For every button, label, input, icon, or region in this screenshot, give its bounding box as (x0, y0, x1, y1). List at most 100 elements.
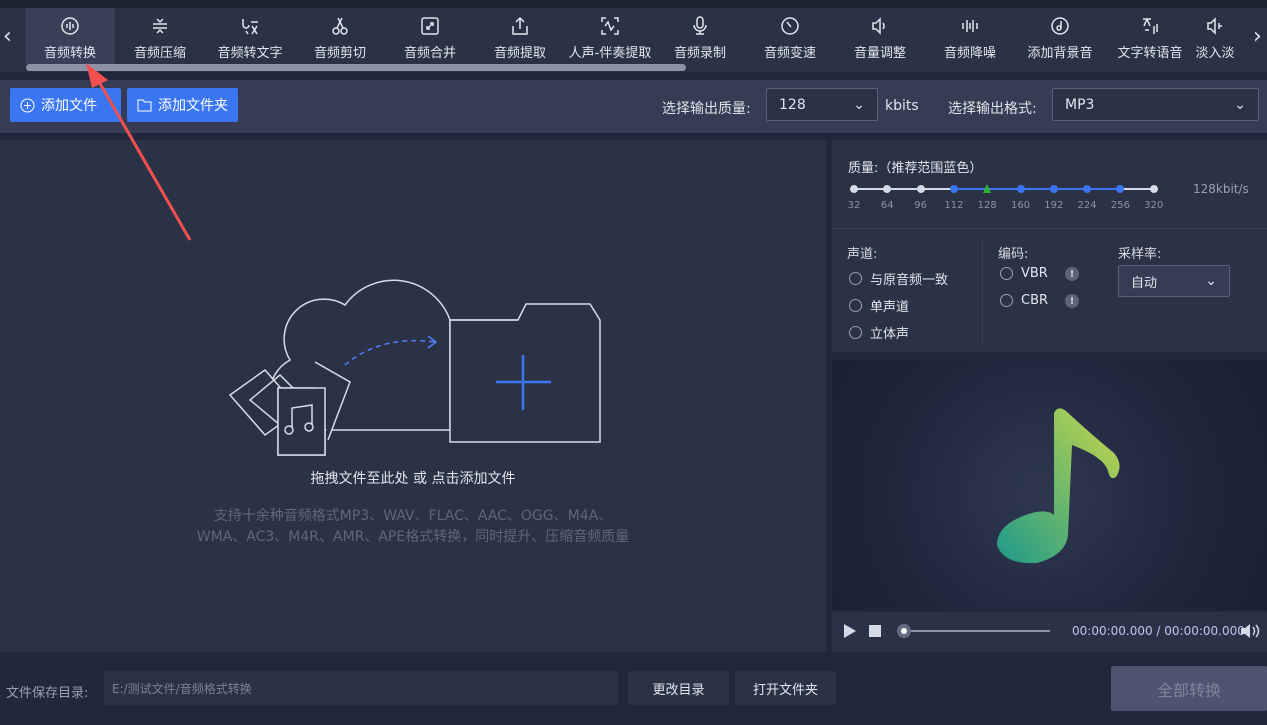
quality-readout: 128kbit/s (1193, 182, 1249, 196)
fade-icon (1207, 17, 1222, 35)
slider-tick-label: 192 (1044, 200, 1064, 211)
slider-stop[interactable] (1016, 185, 1025, 193)
music-note-icon (997, 408, 1120, 564)
slider-stop[interactable] (1149, 185, 1158, 193)
format-label: 选择输出格式: (948, 101, 1037, 117)
tab-label: 添加背景音 (1027, 46, 1093, 61)
slider-tick-label: 224 (1077, 200, 1097, 211)
slider-tick-label: 128 (977, 200, 997, 211)
music-file-icon (277, 387, 326, 456)
merge-icon (421, 17, 439, 35)
drop-illustration (228, 279, 601, 456)
speech-to-text-icon (242, 19, 258, 35)
tab-label: 音频压缩 (133, 46, 186, 61)
radio-channel-original[interactable]: 与原音频一致 (849, 269, 948, 288)
scroll-right-arrow-icon[interactable]: › (1253, 24, 1262, 49)
tab-microphone[interactable]: 音频录制 (655, 8, 745, 64)
cbr-info-icon[interactable]: ! (1065, 294, 1079, 308)
tab-text-to-speech[interactable]: 文字转语音 (1105, 8, 1195, 64)
open-folder-button[interactable]: 打开文件夹 (735, 671, 836, 705)
tab-scrollbar[interactable] (26, 64, 686, 71)
add-folder-button[interactable]: 添加文件夹 (127, 88, 238, 122)
vbr-info-icon[interactable]: ! (1065, 267, 1079, 281)
drop-instruction: 拖拽文件至此处 或 点击添加文件 (310, 471, 516, 487)
background-music-icon (1051, 17, 1069, 35)
slider-tick-label: 112 (944, 200, 964, 211)
quality-value: 128 (779, 96, 806, 113)
tab-label: 音频录制 (673, 46, 726, 61)
tab-audio-convert[interactable]: 音频转换 (25, 8, 115, 64)
tab-fade[interactable]: 淡入淡 (1195, 8, 1235, 64)
quality-slider[interactable]: 32 64 96 112 128 160 192 224 256 320 (848, 184, 1163, 214)
plus-circle-icon (20, 98, 35, 112)
settings-panel: 质量:（推荐范围蓝色） 32 64 96 112 128 160 192 224 256 320 … (832, 140, 1267, 352)
slider-tick-label: 32 (847, 200, 861, 211)
radio-label: 立体声 (870, 327, 910, 342)
tab-scissors[interactable]: 音频剪切 (295, 8, 385, 64)
save-dir-input[interactable]: E:/测试文件/音频格式转换 (104, 671, 618, 705)
quality-label: 选择输出质量: (662, 101, 751, 117)
slider-stop[interactable] (883, 185, 892, 193)
top-strip (0, 0, 1267, 8)
tab-speech-to-text[interactable]: 音频转文字 (205, 8, 295, 64)
samplerate-label: 采样率: (1118, 247, 1162, 262)
scroll-left-arrow-icon[interactable]: ‹ (3, 24, 12, 49)
volume-icon[interactable] (1240, 622, 1260, 640)
play-icon[interactable] (843, 623, 857, 639)
tab-background-music[interactable]: 添加背景音 (1015, 8, 1105, 64)
tab-label: 音频剪切 (313, 46, 366, 61)
radio-channel-stereo[interactable]: 立体声 (849, 323, 909, 342)
tab-vocal-extract[interactable]: 人声-伴奏提取 (565, 8, 655, 64)
encoding-label: 编码: (998, 247, 1029, 262)
slider-stop[interactable] (850, 185, 858, 193)
radio-channel-mono[interactable]: 单声道 (849, 296, 909, 315)
format-hint-line1: 支持十余种音频格式MP3、WAV、FLAC、AAC、OGG、M4A、 (213, 508, 613, 524)
tab-label: 音频变速 (763, 46, 816, 61)
radio-cbr[interactable]: CBR (1000, 293, 1048, 308)
drop-zone[interactable]: 拖拽文件至此处 或 点击添加文件 支持十余种音频格式MP3、WAV、FLAC、A… (0, 140, 826, 652)
quality-unit: kbits (885, 98, 919, 114)
divider (982, 240, 983, 345)
slider-stop[interactable] (916, 185, 925, 193)
tab-speed[interactable]: 音频变速 (745, 8, 835, 64)
add-file-label: 添加文件 (41, 98, 97, 114)
change-dir-button[interactable]: 更改目录 (628, 671, 729, 705)
radio-vbr[interactable]: VBR (1000, 266, 1048, 281)
stop-icon[interactable] (869, 625, 881, 637)
folder-icon (137, 99, 152, 112)
samplerate-value: 自动 (1131, 275, 1158, 291)
format-hint-line2: WMA、AC3、M4R、AMR、APE格式转换，同时提升、压缩音频质量 (196, 529, 630, 545)
format-hint: 支持十余种音频格式MP3、WAV、FLAC、AAC、OGG、M4A、 WMA、A… (0, 506, 826, 548)
format-value: MP3 (1065, 96, 1095, 113)
tab-label: 音频转换 (43, 46, 96, 61)
slider-stop[interactable] (1083, 185, 1092, 193)
scissors-icon (332, 17, 348, 35)
toolbar: 添加文件 添加文件夹 选择输出质量: 128 ⌄ kbits 选择输出格式: MP… (0, 80, 1267, 133)
slider-stop[interactable] (1116, 185, 1125, 193)
microphone-icon (693, 16, 707, 35)
tab-compress[interactable]: 音频压缩 (115, 8, 205, 64)
player-controls: 00:00:00.000 / 00:00:00.000 (832, 612, 1267, 652)
convert-all-button[interactable]: 全部转换 (1111, 666, 1267, 711)
tab-label: 淡入淡 (1195, 46, 1235, 61)
tab-label: 文字转语音 (1117, 46, 1183, 61)
add-file-button[interactable]: 添加文件 (10, 88, 121, 122)
slider-thumb[interactable] (983, 184, 992, 193)
tab-extract[interactable]: 音频提取 (475, 8, 565, 64)
tab-label: 人声-伴奏提取 (568, 46, 652, 61)
extract-icon (512, 16, 528, 35)
seek-bar[interactable] (904, 630, 1050, 632)
seek-handle[interactable] (897, 624, 911, 638)
volume-icon (872, 17, 885, 35)
slider-stop[interactable] (1049, 185, 1058, 193)
quality-select[interactable]: 128 ⌄ (766, 88, 878, 121)
vocal-extract-icon (601, 17, 619, 35)
samplerate-select[interactable]: 自动 ⌄ (1118, 265, 1230, 297)
slider-stop[interactable] (949, 185, 958, 193)
tab-label: 音量调整 (853, 46, 906, 61)
tab-denoise[interactable]: 音频降噪 (925, 8, 1015, 64)
tab-merge[interactable]: 音频合并 (385, 8, 475, 64)
chevron-down-icon: ⌄ (1205, 273, 1217, 289)
format-select[interactable]: MP3 ⌄ (1052, 88, 1259, 121)
tab-volume[interactable]: 音量调整 (835, 8, 925, 64)
